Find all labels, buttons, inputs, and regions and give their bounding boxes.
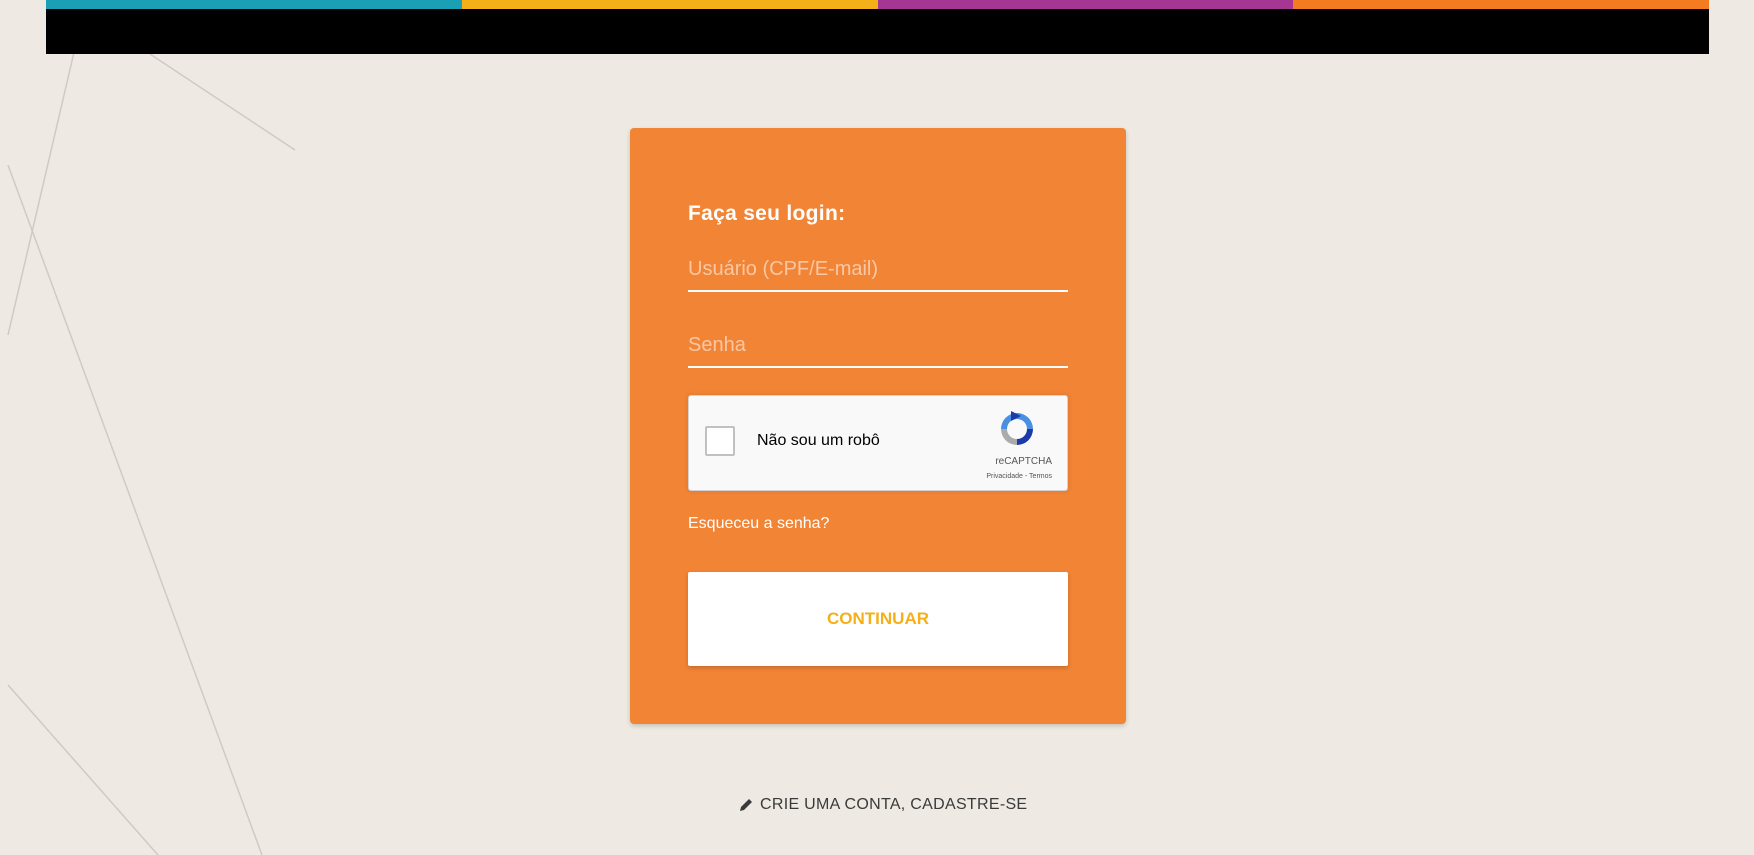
decor-line bbox=[149, 53, 296, 151]
top-header-bar bbox=[46, 0, 1709, 54]
recaptcha-privacy-link[interactable]: Privacidade bbox=[986, 473, 1023, 480]
forgot-password-link[interactable]: Esqueceu a senha? bbox=[688, 515, 829, 533]
login-title: Faça seu login: bbox=[688, 202, 846, 225]
login-card: Faça seu login: Não sou um robô reCAPTCH… bbox=[630, 128, 1126, 724]
password-input[interactable] bbox=[688, 324, 1068, 368]
decor-line bbox=[7, 47, 76, 336]
recaptcha-brand: reCAPTCHA bbox=[995, 456, 1052, 467]
recaptcha-label: Não sou um robô bbox=[757, 432, 880, 449]
pencil-icon bbox=[740, 799, 752, 811]
continue-button[interactable]: CONTINUAR bbox=[688, 572, 1068, 666]
username-input[interactable] bbox=[688, 248, 1068, 292]
recaptcha-logo-icon bbox=[1001, 411, 1033, 445]
stripe-segment-yellow bbox=[461, 0, 878, 9]
recaptcha-widget: Não sou um robô reCAPTCHA Privacidade - … bbox=[688, 395, 1068, 491]
stripe-segment-purple bbox=[877, 0, 1294, 9]
decor-line bbox=[7, 164, 263, 855]
decor-line bbox=[7, 684, 159, 855]
stripe-segment-orange bbox=[1293, 0, 1709, 9]
recaptcha-links: Privacidade - Termos bbox=[986, 473, 1052, 480]
signup-label: CRIE UMA CONTA, CADASTRE-SE bbox=[760, 796, 1028, 813]
recaptcha-terms-link[interactable]: Termos bbox=[1029, 473, 1052, 480]
signup-link[interactable]: CRIE UMA CONTA, CADASTRE-SE bbox=[738, 796, 1027, 814]
stripe-segment-teal bbox=[46, 0, 462, 9]
recaptcha-checkbox[interactable] bbox=[705, 426, 735, 456]
color-stripe bbox=[46, 0, 1709, 9]
